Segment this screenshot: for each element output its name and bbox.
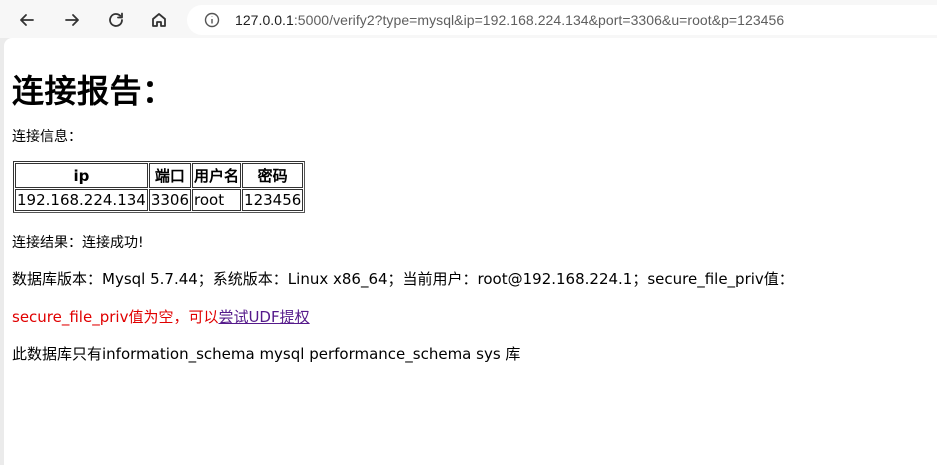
forward-button[interactable] (56, 4, 88, 36)
connection-info-label: 连接信息： (12, 129, 82, 145)
url-host: 127.0.0.1 (235, 12, 294, 28)
cell-username: root (192, 189, 242, 211)
page-viewport: 连接报告： 连接信息： ip 端口 用户名 密码 192.168.224.134… (4, 38, 937, 465)
udf-hint-text: secure_file_priv值为空，可以 (12, 308, 219, 326)
info-icon[interactable] (204, 12, 220, 28)
cell-port: 3306 (148, 189, 192, 211)
address-bar[interactable]: 127.0.0.1:5000/verify2?type=mysql&ip=192… (187, 5, 937, 35)
cell-ip: 192.168.224.134 (15, 189, 148, 211)
cell-password: 123456 (242, 189, 304, 211)
header-port: 端口 (148, 163, 192, 188)
table-header-row: ip 端口 用户名 密码 (15, 163, 304, 188)
udf-hint: secure_file_priv值为空，可以尝试UDF提权 (12, 306, 310, 327)
home-icon (152, 13, 166, 27)
header-username: 用户名 (192, 163, 242, 188)
arrow-right-icon (65, 14, 79, 26)
connection-table: ip 端口 用户名 密码 192.168.224.134 3306 root 1… (13, 161, 306, 213)
browser-toolbar: 127.0.0.1:5000/verify2?type=mysql&ip=192… (0, 0, 937, 38)
header-password: 密码 (242, 163, 304, 188)
url-path: :5000/verify2?type=mysql&ip=192.168.224.… (293, 12, 785, 28)
table-row: 192.168.224.134 3306 root 123456 (15, 189, 304, 211)
page-title: 连接报告： (12, 72, 175, 110)
reload-icon (109, 12, 123, 27)
udf-link[interactable]: 尝试UDF提权 (218, 308, 309, 326)
version-info: 数据库版本：Mysql 5.7.44；系统版本：Linux x86_64；当前用… (12, 270, 794, 288)
database-list: 此数据库只有information_schema mysql performan… (12, 345, 521, 363)
connection-result: 连接结果：连接成功! (12, 235, 144, 251)
url-text[interactable]: 127.0.0.1:5000/verify2?type=mysql&ip=192… (235, 12, 784, 28)
arrow-left-icon (20, 14, 34, 26)
reload-button[interactable] (100, 4, 132, 36)
home-button[interactable] (143, 4, 175, 36)
header-ip: ip (15, 163, 148, 188)
back-button[interactable] (11, 4, 43, 36)
